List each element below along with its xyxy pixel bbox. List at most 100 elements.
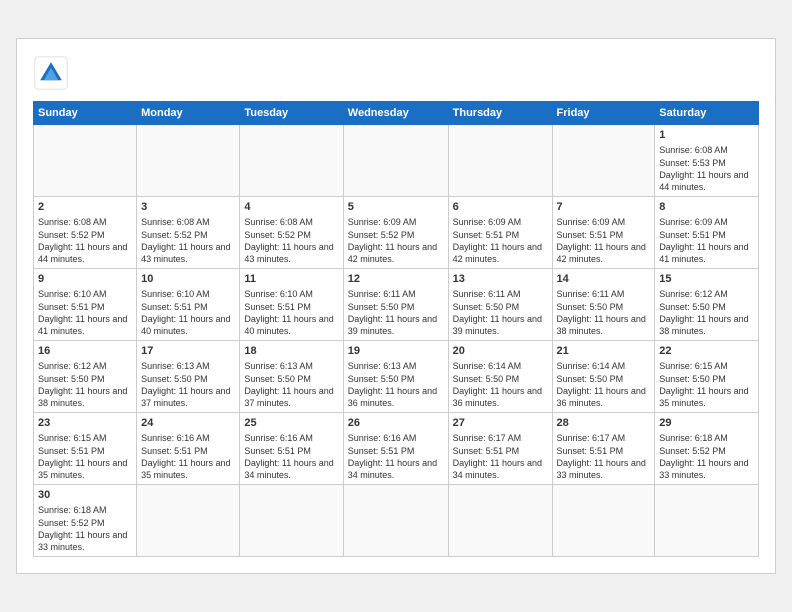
day-info: Sunrise: 6:12 AM Sunset: 5:50 PM Dayligh…: [659, 288, 754, 337]
day-info: Sunrise: 6:18 AM Sunset: 5:52 PM Dayligh…: [659, 432, 754, 481]
weekday-header-saturday: Saturday: [655, 102, 759, 125]
day-number: 28: [557, 416, 651, 431]
day-info: Sunrise: 6:18 AM Sunset: 5:52 PM Dayligh…: [38, 504, 132, 553]
calendar-week-row: 9Sunrise: 6:10 AM Sunset: 5:51 PM Daylig…: [34, 269, 759, 341]
day-info: Sunrise: 6:09 AM Sunset: 5:51 PM Dayligh…: [557, 216, 651, 265]
calendar-cell: [655, 485, 759, 557]
day-number: 27: [453, 416, 548, 431]
day-info: Sunrise: 6:15 AM Sunset: 5:51 PM Dayligh…: [38, 432, 132, 481]
calendar-cell: 27Sunrise: 6:17 AM Sunset: 5:51 PM Dayli…: [448, 413, 552, 485]
day-info: Sunrise: 6:09 AM Sunset: 5:52 PM Dayligh…: [348, 216, 444, 265]
calendar-cell: 11Sunrise: 6:10 AM Sunset: 5:51 PM Dayli…: [240, 269, 343, 341]
day-info: Sunrise: 6:08 AM Sunset: 5:52 PM Dayligh…: [141, 216, 235, 265]
day-number: 13: [453, 272, 548, 287]
calendar-cell: 9Sunrise: 6:10 AM Sunset: 5:51 PM Daylig…: [34, 269, 137, 341]
day-info: Sunrise: 6:09 AM Sunset: 5:51 PM Dayligh…: [453, 216, 548, 265]
calendar-header: [33, 55, 759, 91]
day-number: 11: [244, 272, 338, 287]
day-info: Sunrise: 6:12 AM Sunset: 5:50 PM Dayligh…: [38, 360, 132, 409]
weekday-header-wednesday: Wednesday: [343, 102, 448, 125]
day-number: 17: [141, 344, 235, 359]
calendar-cell: 25Sunrise: 6:16 AM Sunset: 5:51 PM Dayli…: [240, 413, 343, 485]
day-number: 8: [659, 200, 754, 215]
calendar-cell: 20Sunrise: 6:14 AM Sunset: 5:50 PM Dayli…: [448, 341, 552, 413]
weekday-header-friday: Friday: [552, 102, 655, 125]
day-number: 22: [659, 344, 754, 359]
day-number: 4: [244, 200, 338, 215]
calendar-body: 1Sunrise: 6:08 AM Sunset: 5:53 PM Daylig…: [34, 125, 759, 557]
day-info: Sunrise: 6:13 AM Sunset: 5:50 PM Dayligh…: [141, 360, 235, 409]
day-number: 6: [453, 200, 548, 215]
day-info: Sunrise: 6:08 AM Sunset: 5:53 PM Dayligh…: [659, 144, 754, 193]
day-number: 1: [659, 128, 754, 143]
day-number: 29: [659, 416, 754, 431]
day-info: Sunrise: 6:16 AM Sunset: 5:51 PM Dayligh…: [141, 432, 235, 481]
calendar-cell: 30Sunrise: 6:18 AM Sunset: 5:52 PM Dayli…: [34, 485, 137, 557]
day-number: 9: [38, 272, 132, 287]
calendar-cell: 13Sunrise: 6:11 AM Sunset: 5:50 PM Dayli…: [448, 269, 552, 341]
calendar-table: SundayMondayTuesdayWednesdayThursdayFrid…: [33, 101, 759, 557]
calendar-cell: 12Sunrise: 6:11 AM Sunset: 5:50 PM Dayli…: [343, 269, 448, 341]
day-number: 21: [557, 344, 651, 359]
logo-icon: [33, 55, 69, 91]
day-number: 19: [348, 344, 444, 359]
weekday-header-row: SundayMondayTuesdayWednesdayThursdayFrid…: [34, 102, 759, 125]
calendar-cell: [343, 125, 448, 197]
calendar-cell: 22Sunrise: 6:15 AM Sunset: 5:50 PM Dayli…: [655, 341, 759, 413]
calendar-cell: 1Sunrise: 6:08 AM Sunset: 5:53 PM Daylig…: [655, 125, 759, 197]
day-number: 5: [348, 200, 444, 215]
day-info: Sunrise: 6:17 AM Sunset: 5:51 PM Dayligh…: [453, 432, 548, 481]
calendar-cell: 24Sunrise: 6:16 AM Sunset: 5:51 PM Dayli…: [137, 413, 240, 485]
day-number: 2: [38, 200, 132, 215]
calendar-week-row: 2 Sunrise: 6:08 AM Sunset: 5:52 PM Daylig…: [34, 197, 759, 269]
calendar-cell: [448, 485, 552, 557]
calendar-week-row: 1Sunrise: 6:08 AM Sunset: 5:53 PM Daylig…: [34, 125, 759, 197]
calendar-cell: 19Sunrise: 6:13 AM Sunset: 5:50 PM Dayli…: [343, 341, 448, 413]
calendar-cell: [240, 485, 343, 557]
calendar-cell: 2Sunrise: 6:08 AM Sunset: 5:52 PM Daylig…: [34, 197, 137, 269]
day-info: Sunrise: 6:10 AM Sunset: 5:51 PM Dayligh…: [244, 288, 338, 337]
day-number: 10: [141, 272, 235, 287]
calendar-cell: 29Sunrise: 6:18 AM Sunset: 5:52 PM Dayli…: [655, 413, 759, 485]
day-number: 25: [244, 416, 338, 431]
day-info: Sunrise: 6:11 AM Sunset: 5:50 PM Dayligh…: [453, 288, 548, 337]
day-number: 14: [557, 272, 651, 287]
weekday-header-monday: Monday: [137, 102, 240, 125]
day-number: 18: [244, 344, 338, 359]
day-number: 23: [38, 416, 132, 431]
calendar-cell: 8Sunrise: 6:09 AM Sunset: 5:51 PM Daylig…: [655, 197, 759, 269]
day-info: Sunrise: 6:14 AM Sunset: 5:50 PM Dayligh…: [557, 360, 651, 409]
day-number: 24: [141, 416, 235, 431]
day-info: Sunrise: 6:10 AM Sunset: 5:51 PM Dayligh…: [38, 288, 132, 337]
day-number: 16: [38, 344, 132, 359]
weekday-header-tuesday: Tuesday: [240, 102, 343, 125]
calendar-cell: [137, 485, 240, 557]
calendar-week-row: 30Sunrise: 6:18 AM Sunset: 5:52 PM Dayli…: [34, 485, 759, 557]
calendar-cell: [552, 125, 655, 197]
day-info: Sunrise: 6:14 AM Sunset: 5:50 PM Dayligh…: [453, 360, 548, 409]
calendar-cell: 14Sunrise: 6:11 AM Sunset: 5:50 PM Dayli…: [552, 269, 655, 341]
day-info: Sunrise: 6:15 AM Sunset: 5:50 PM Dayligh…: [659, 360, 754, 409]
calendar-cell: 6Sunrise: 6:09 AM Sunset: 5:51 PM Daylig…: [448, 197, 552, 269]
calendar-container: SundayMondayTuesdayWednesdayThursdayFrid…: [16, 38, 776, 574]
calendar-cell: 3Sunrise: 6:08 AM Sunset: 5:52 PM Daylig…: [137, 197, 240, 269]
day-info: Sunrise: 6:16 AM Sunset: 5:51 PM Dayligh…: [244, 432, 338, 481]
day-number: 26: [348, 416, 444, 431]
day-number: 3: [141, 200, 235, 215]
day-info: Sunrise: 6:09 AM Sunset: 5:51 PM Dayligh…: [659, 216, 754, 265]
day-number: 7: [557, 200, 651, 215]
calendar-cell: [34, 125, 137, 197]
day-info: Sunrise: 6:11 AM Sunset: 5:50 PM Dayligh…: [348, 288, 444, 337]
day-info: Sunrise: 6:13 AM Sunset: 5:50 PM Dayligh…: [244, 360, 338, 409]
calendar-cell: 18Sunrise: 6:13 AM Sunset: 5:50 PM Dayli…: [240, 341, 343, 413]
calendar-cell: 28Sunrise: 6:17 AM Sunset: 5:51 PM Dayli…: [552, 413, 655, 485]
day-info: Sunrise: 6:17 AM Sunset: 5:51 PM Dayligh…: [557, 432, 651, 481]
calendar-cell: 16Sunrise: 6:12 AM Sunset: 5:50 PM Dayli…: [34, 341, 137, 413]
calendar-cell: 26Sunrise: 6:16 AM Sunset: 5:51 PM Dayli…: [343, 413, 448, 485]
calendar-week-row: 23Sunrise: 6:15 AM Sunset: 5:51 PM Dayli…: [34, 413, 759, 485]
calendar-thead: SundayMondayTuesdayWednesdayThursdayFrid…: [34, 102, 759, 125]
weekday-header-thursday: Thursday: [448, 102, 552, 125]
calendar-cell: 23Sunrise: 6:15 AM Sunset: 5:51 PM Dayli…: [34, 413, 137, 485]
calendar-cell: 10Sunrise: 6:10 AM Sunset: 5:51 PM Dayli…: [137, 269, 240, 341]
calendar-cell: 5Sunrise: 6:09 AM Sunset: 5:52 PM Daylig…: [343, 197, 448, 269]
